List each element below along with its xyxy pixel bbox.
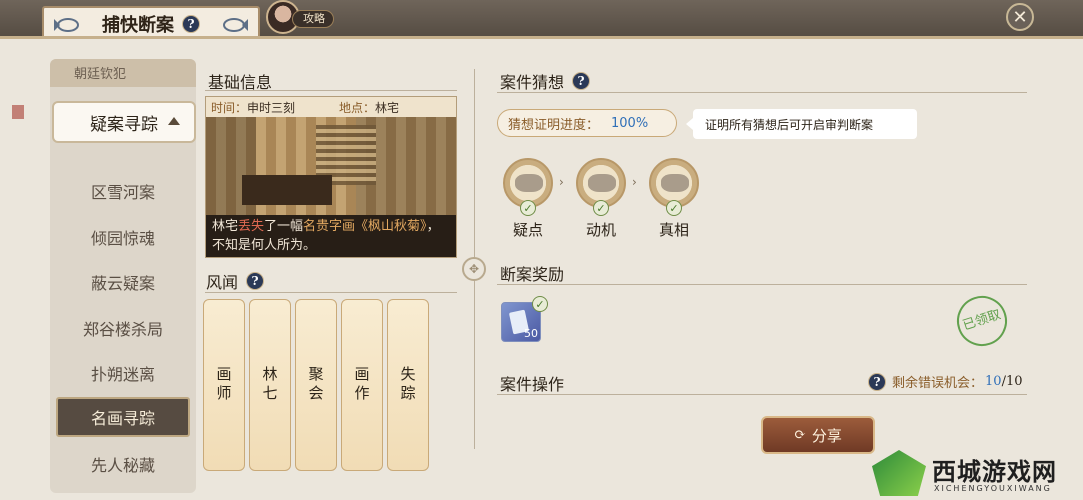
divider: [205, 90, 457, 91]
decorative-calligraphy-strip: [6, 69, 28, 469]
check-icon: ✓: [532, 296, 548, 312]
help-icon[interactable]: ?: [182, 15, 200, 33]
clue-label: 动机: [586, 221, 617, 239]
check-icon: ✓: [520, 200, 536, 216]
rumors-title: 风闻 ?: [206, 269, 265, 293]
reward-title: 断案奖励: [500, 261, 564, 285]
rumor-card[interactable]: 失踪: [387, 299, 429, 471]
help-icon[interactable]: ?: [572, 72, 591, 90]
operation-title-text: 案件操作: [500, 375, 565, 394]
desc-mid: 了一幅: [264, 219, 304, 234]
arrow-right-icon: ›: [632, 175, 637, 189]
case-item[interactable]: 区雪河案: [56, 171, 190, 211]
remain-label: 剩余错误机会：: [892, 376, 984, 391]
basic-info-card: 时间： 申时三刻 地点： 林宅 林宅丢失了一幅名贵字画《枫山秋菊》，不知是何人所…: [205, 96, 457, 258]
desc-highlight-gold: 名贵字画《枫山秋菊》: [303, 219, 427, 234]
desc-prefix: 林宅: [212, 219, 239, 234]
case-category-expanded[interactable]: 疑案寻踪: [52, 101, 196, 143]
rumor-card[interactable]: 聚会: [295, 299, 337, 471]
help-icon[interactable]: ?: [246, 272, 265, 290]
clue-label: 疑点: [513, 221, 544, 239]
help-icon[interactable]: ?: [868, 372, 886, 391]
operation-title: 案件操作: [500, 371, 564, 395]
case-item[interactable]: 先人秘藏: [56, 444, 190, 484]
divider: [205, 292, 457, 293]
remain-value: 10: [985, 374, 1002, 389]
fish-ornament-icon: [54, 18, 79, 32]
close-button[interactable]: ✕: [1006, 3, 1034, 31]
progress-label: 猜想证明进度：: [508, 117, 600, 133]
reward-qty: 50: [524, 327, 538, 340]
time-place-bar: 时间： 申时三刻 地点： 林宅: [206, 97, 456, 117]
share-icon: ⟳: [794, 427, 806, 443]
guide-button[interactable]: 攻略: [292, 10, 334, 28]
watermark-logo: 西城游戏网 XICHENGYOUXIWANG: [868, 448, 1083, 500]
divider: [497, 92, 1027, 93]
check-icon: ✓: [593, 200, 609, 216]
rumor-card[interactable]: 画师: [203, 299, 245, 471]
case-item[interactable]: 蔽云疑案: [56, 262, 190, 302]
remaining-chances: ? 剩余错误机会： 10 / 10: [868, 372, 1023, 391]
collapse-triangle-icon: [168, 117, 180, 125]
tooltip: 证明所有猜想后可开启审判断案: [686, 109, 917, 139]
case-item[interactable]: 郑谷楼杀局: [56, 308, 190, 348]
guess-title: 案件猜想 ?: [500, 69, 591, 93]
case-category-label: 疑案寻踪: [90, 114, 158, 135]
place-value: 林宅: [375, 100, 400, 115]
rumor-card[interactable]: 画作: [341, 299, 383, 471]
time-value: 申时三刻: [247, 100, 296, 115]
case-item[interactable]: 倾园惊魂: [56, 217, 190, 257]
share-label: 分享: [811, 426, 842, 445]
seal-icon: [12, 105, 24, 119]
rumor-cards: 画师 林七 聚会 画作 失踪: [203, 299, 435, 475]
page-title: 捕快断案: [102, 15, 174, 36]
case-item-active[interactable]: 名画寻踪: [56, 397, 190, 437]
divider: [497, 394, 1027, 395]
watermark-subtitle: XICHENGYOUXIWANG: [934, 484, 1052, 493]
share-button[interactable]: ⟳ 分享: [761, 416, 875, 454]
watermark-name: 西城游戏网: [932, 458, 1057, 486]
scene-illustration: [206, 117, 456, 215]
arrow-right-icon: ›: [559, 175, 564, 189]
fish-ornament-icon: [223, 18, 248, 32]
rumors-title-text: 风闻: [206, 273, 239, 292]
guess-progress: 猜想证明进度： 100%: [497, 109, 677, 137]
rumor-card[interactable]: 林七: [249, 299, 291, 471]
claimed-stamp: 已领取: [950, 289, 1014, 353]
watermark-emblem: [872, 450, 926, 496]
scene-table: [242, 175, 332, 205]
knot-ornament-icon: ✥: [462, 257, 486, 281]
clue-label: 真相: [659, 221, 690, 239]
place-label: 地点：: [339, 100, 376, 115]
check-icon: ✓: [666, 200, 682, 216]
case-list: 朝廷钦犯 疑案寻踪 区雪河案 倾园惊魂 蔽云疑案 郑谷楼杀局 扑朔迷离 名画寻踪…: [50, 59, 196, 493]
desc-highlight-red: 丢失: [238, 219, 265, 234]
divider: [497, 284, 1027, 285]
remain-total: 10: [1005, 374, 1023, 389]
main-panel: 朝廷钦犯 疑案寻踪 区雪河案 倾园惊魂 蔽云疑案 郑谷楼杀局 扑朔迷离 名画寻踪…: [0, 36, 1083, 500]
progress-value: 100%: [611, 115, 649, 131]
time-label: 时间：: [211, 100, 248, 115]
case-description: 林宅丢失了一幅名贵字画《枫山秋菊》，不知是何人所为。: [206, 215, 456, 257]
reward-title-text: 断案奖励: [500, 265, 565, 284]
case-category-partial[interactable]: 朝廷钦犯: [50, 59, 196, 87]
case-item[interactable]: 扑朔迷离: [56, 353, 190, 393]
guess-title-text: 案件猜想: [500, 73, 565, 92]
